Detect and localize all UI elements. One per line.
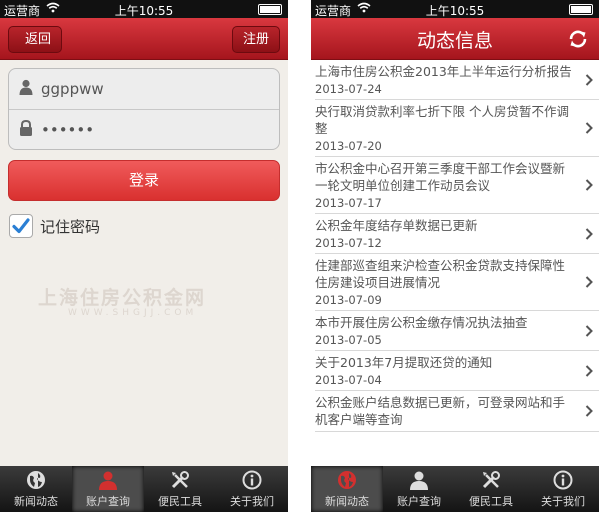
remember-label: 记住密码 <box>40 217 101 236</box>
globe-icon <box>338 471 356 489</box>
chevron-right-icon <box>585 364 593 377</box>
checkmark-icon <box>12 218 30 234</box>
status-bar: 运营商 上午10:55 <box>311 0 599 18</box>
list-item[interactable]: 市公积金中心召开第三季度干部工作会议暨新一轮文明单位创建工作动员会议 2013-… <box>315 157 599 214</box>
news-title: 上海市住房公积金2013年上半年运行分析报告 <box>315 64 572 79</box>
info-icon <box>242 470 262 490</box>
login-screen: 运营商 上午10:55 返回 注册 登录 记住密码 上海住房公积金网 <box>0 0 288 512</box>
tab-tools[interactable]: 便民工具 <box>455 466 527 512</box>
tab-tools[interactable]: 便民工具 <box>144 466 216 512</box>
watermark-text: 上海住房公积金网 <box>38 287 207 309</box>
news-date: 2013-07-24 <box>315 82 382 96</box>
page-title: 动态信息 <box>416 30 493 52</box>
back-button[interactable]: 返回 <box>8 26 63 53</box>
tab-label: 账户查询 <box>86 495 130 508</box>
news-date: 2013-07-20 <box>315 139 382 153</box>
news-title: 本市开展住房公积金缴存情况执法抽查 <box>315 315 528 330</box>
tab-account[interactable]: 账户查询 <box>383 466 455 512</box>
news-title: 公积金账户结息数据已更新，可登录网站和手机客户端等查询 <box>315 395 566 427</box>
tab-account[interactable]: 账户查询 <box>72 466 144 512</box>
news-title: 央行取消贷款利率七折下限 个人房贷暂不作调整 <box>315 104 569 136</box>
chevron-right-icon <box>585 405 593 417</box>
list-item[interactable]: 上海市住房公积金2013年上半年运行分析报告 2013-07-24 <box>315 60 599 100</box>
globe-icon <box>27 471 45 489</box>
news-title: 市公积金中心召开第三季度干部工作会议暨新一轮文明单位创建工作动员会议 <box>315 161 566 193</box>
chevron-right-icon <box>585 73 593 86</box>
password-input[interactable] <box>41 120 241 139</box>
tab-label: 关于我们 <box>230 495 274 508</box>
chevron-right-icon <box>585 227 593 240</box>
list-item[interactable]: 住建部巡查组来沪检查公积金贷款支持保障性住房建设项目进展情况 2013-07-0… <box>315 254 599 311</box>
register-button[interactable]: 注册 <box>231 26 280 53</box>
list-item[interactable]: 公积金账户结息数据已更新，可登录网站和手机客户端等查询 <box>315 391 599 432</box>
news-title: 公积金年度结存单数据已更新 <box>315 218 478 233</box>
battery-icon <box>258 4 282 15</box>
tab-label: 账户查询 <box>397 495 441 508</box>
chevron-right-icon <box>585 276 593 288</box>
nav-bar: 动态信息 <box>311 18 599 60</box>
refresh-icon[interactable] <box>567 28 589 54</box>
list-item[interactable]: 关于2013年7月提取还贷的通知 2013-07-04 <box>315 351 599 391</box>
nav-bar: 返回 注册 <box>0 18 288 60</box>
tab-about[interactable]: 关于我们 <box>216 466 288 512</box>
login-form <box>8 68 280 150</box>
tab-label: 关于我们 <box>541 495 585 508</box>
password-field[interactable] <box>9 109 279 149</box>
tab-bar: 新闻动态 账户查询 便民工具 关于我们 <box>0 466 288 512</box>
tab-bar: 新闻动态 账户查询 便民工具 关于我们 <box>311 466 599 512</box>
tab-label: 新闻动态 <box>325 495 369 508</box>
list-item[interactable]: 央行取消贷款利率七折下限 个人房贷暂不作调整 2013-07-20 <box>315 100 599 157</box>
user-icon <box>19 79 33 99</box>
watermark-logo: 上海住房公积金网 WWW.SHGJJ.COM <box>38 283 248 318</box>
chevron-right-icon <box>585 324 593 337</box>
news-screen: 运营商 上午10:55 动态信息 上海市住房公积金2013年上半年运行分析报告 … <box>311 0 599 512</box>
tab-label: 便民工具 <box>469 495 513 508</box>
user-icon <box>410 471 428 490</box>
chevron-right-icon <box>585 179 593 191</box>
remember-row[interactable]: 记住密码 <box>9 214 288 238</box>
list-item[interactable]: 公积金年度结存单数据已更新 2013-07-12 <box>315 214 599 254</box>
news-list: 上海市住房公积金2013年上半年运行分析报告 2013-07-24 央行取消贷款… <box>311 60 599 432</box>
tab-news[interactable]: 新闻动态 <box>311 466 383 512</box>
news-date: 2013-07-12 <box>315 236 382 250</box>
news-title: 关于2013年7月提取还贷的通知 <box>315 355 493 370</box>
list-item[interactable]: 本市开展住房公积金缴存情况执法抽查 2013-07-05 <box>315 311 599 351</box>
battery-icon <box>569 4 593 15</box>
chevron-right-icon <box>585 122 593 134</box>
username-input[interactable] <box>41 80 241 98</box>
tab-label: 新闻动态 <box>14 495 58 508</box>
user-icon <box>99 471 117 490</box>
tools-icon <box>171 471 189 489</box>
login-button[interactable]: 登录 <box>8 160 280 201</box>
status-time: 上午10:55 <box>425 4 485 18</box>
tools-icon <box>482 471 500 489</box>
tab-about[interactable]: 关于我们 <box>527 466 599 512</box>
tab-label: 便民工具 <box>158 495 202 508</box>
news-date: 2013-07-05 <box>315 333 382 347</box>
news-date: 2013-07-09 <box>315 293 382 307</box>
watermark-url: WWW.SHGJJ.COM <box>68 308 198 318</box>
status-time: 上午10:55 <box>114 4 174 18</box>
username-field[interactable] <box>9 69 279 109</box>
tab-news[interactable]: 新闻动态 <box>0 466 72 512</box>
news-date: 2013-07-17 <box>315 196 382 210</box>
news-title: 住建部巡查组来沪检查公积金贷款支持保障性住房建设项目进展情况 <box>315 258 566 290</box>
status-bar: 运营商 上午10:55 <box>0 0 288 18</box>
news-date: 2013-07-04 <box>315 373 382 387</box>
lock-icon <box>19 119 33 140</box>
info-icon <box>553 470 573 490</box>
remember-checkbox[interactable] <box>9 214 33 238</box>
